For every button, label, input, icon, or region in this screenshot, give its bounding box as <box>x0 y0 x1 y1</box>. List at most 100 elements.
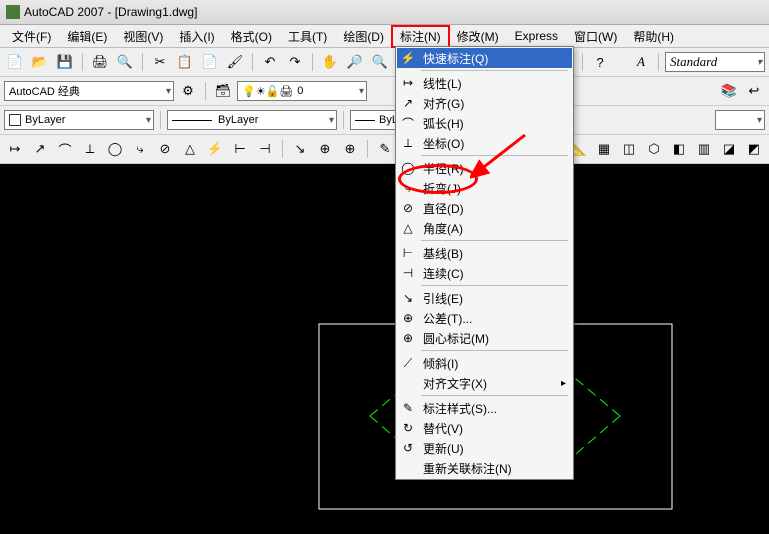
save-icon[interactable]: 💾 <box>54 51 76 73</box>
copy-icon[interactable]: 📋 <box>174 51 196 73</box>
menuitem-基线(B)[interactable]: ⊢基线(B) <box>397 243 572 263</box>
misc1-icon[interactable]: ◪ <box>718 138 740 160</box>
plot-preview-icon[interactable]: 🔍 <box>114 51 136 73</box>
menuitem-折弯(J)[interactable]: ⤷折弯(J) <box>397 178 572 198</box>
menuitem-倾斜(I)[interactable]: ⟋倾斜(I) <box>397 353 572 373</box>
dim-arc-icon[interactable]: ⌒ <box>54 138 76 160</box>
dim-baseline-icon[interactable]: ⊢ <box>229 138 251 160</box>
dim-quick-icon[interactable]: ⚡ <box>204 138 226 160</box>
menuitem-角度(A)[interactable]: △角度(A) <box>397 218 572 238</box>
paste-icon[interactable]: 📄 <box>199 51 221 73</box>
workspace-dropdown[interactable]: AutoCAD 经典 <box>4 81 174 101</box>
menuitem-icon: ↺ <box>399 440 417 456</box>
menuitem-label: 线性(L) <box>423 75 462 92</box>
menuitem-label: 弧长(H) <box>423 115 464 132</box>
dim-edit-icon[interactable]: ✎ <box>374 138 396 160</box>
menuitem-icon: ⟂ <box>399 135 417 151</box>
menuitem-label: 角度(A) <box>423 220 463 237</box>
menu-帮助(H)[interactable]: 帮助(H) <box>625 26 682 47</box>
menuitem-对齐文字(X)[interactable]: 对齐文字(X)▸ <box>397 373 572 393</box>
menuitem-icon: ✎ <box>399 400 417 416</box>
linetype-dropdown[interactable]: ByLayer <box>167 110 337 130</box>
layer-prop-icon[interactable]: 🗃 <box>212 80 234 102</box>
layer-prev-icon[interactable]: ↩ <box>743 80 765 102</box>
print-icon[interactable]: 🖨 <box>89 51 111 73</box>
menu-文件(F)[interactable]: 文件(F) <box>4 26 59 47</box>
text-style-a-icon[interactable]: A <box>630 51 652 73</box>
menuitem-引线(E)[interactable]: ↘引线(E) <box>397 288 572 308</box>
dimension-menu: ⚡快速标注(Q) ↦线性(L)↗对齐(G)⌒弧长(H)⟂坐标(O) ◯半径(R)⤷折… <box>395 46 574 480</box>
dim-continue-icon[interactable]: ⊣ <box>254 138 276 160</box>
pan-icon[interactable]: ✋ <box>319 51 341 73</box>
open-icon[interactable]: 📂 <box>29 51 51 73</box>
menu-修改(M)[interactable]: 修改(M) <box>449 26 507 47</box>
menu-格式(O)[interactable]: 格式(O) <box>223 26 280 47</box>
text-style-dropdown[interactable]: Standard <box>665 52 765 72</box>
menuitem-连续(C)[interactable]: ⊣连续(C) <box>397 263 572 283</box>
menuitem-圆心标记(M)[interactable]: ⊕圆心标记(M) <box>397 328 572 348</box>
menuitem-线性(L)[interactable]: ↦线性(L) <box>397 73 572 93</box>
cut-icon[interactable]: ✂ <box>149 51 171 73</box>
plotstyle-dropdown[interactable] <box>715 110 765 130</box>
block-icon[interactable]: ▦ <box>593 138 615 160</box>
undo-icon[interactable]: ↶ <box>259 51 281 73</box>
menuitem-替代(V)[interactable]: ↻替代(V) <box>397 418 572 438</box>
menu-工具(T)[interactable]: 工具(T) <box>280 26 335 47</box>
table-icon[interactable]: ▥ <box>693 138 715 160</box>
ws-settings-icon[interactable]: ⚙ <box>177 80 199 102</box>
toolbar-workspace: AutoCAD 经典 ⚙ 🗃 💡☀🔓🖨 0 📚 ↩ <box>0 77 769 106</box>
insert-icon[interactable]: ◫ <box>618 138 640 160</box>
menu-插入(I)[interactable]: 插入(I) <box>171 26 222 47</box>
drawing-svg <box>0 164 769 534</box>
submenu-arrow-icon: ▸ <box>561 378 566 389</box>
zoom-rt-icon[interactable]: 🔎 <box>344 51 366 73</box>
menuitem-直径(D)[interactable]: ⊘直径(D) <box>397 198 572 218</box>
dim-radius-icon[interactable]: ◯ <box>104 138 126 160</box>
menuitem-label: 半径(R) <box>423 160 464 177</box>
redo-icon[interactable]: ↷ <box>284 51 306 73</box>
menuitem-更新(U)[interactable]: ↺更新(U) <box>397 438 572 458</box>
dim-tolerance-icon[interactable]: ⊕ <box>314 138 336 160</box>
menuitem-公差(T)...[interactable]: ⊕公差(T)... <box>397 308 572 328</box>
menu-绘图(D)[interactable]: 绘图(D) <box>335 26 392 47</box>
menuitem-label: 公差(T)... <box>423 310 472 327</box>
zoom-win-icon[interactable]: 🔍 <box>369 51 391 73</box>
misc2-icon[interactable]: ◩ <box>743 138 765 160</box>
app-icon <box>6 5 20 19</box>
dim-linear-icon[interactable]: ↦ <box>4 138 26 160</box>
dim-angular-icon[interactable]: △ <box>179 138 201 160</box>
menu-标注(N)[interactable]: 标注(N) <box>392 26 449 47</box>
standard-label: Standard <box>670 54 717 70</box>
menuitem-标注样式(S)...[interactable]: ✎标注样式(S)... <box>397 398 572 418</box>
menuitem-icon: ↘ <box>399 290 417 306</box>
color-dropdown[interactable]: ByLayer <box>4 110 154 130</box>
dim-jogged-icon[interactable]: ⤷ <box>129 138 151 160</box>
menuitem-对齐(G)[interactable]: ↗对齐(G) <box>397 93 572 113</box>
dim-center-icon[interactable]: ⊕ <box>339 138 361 160</box>
dim-diameter-icon[interactable]: ⊘ <box>154 138 176 160</box>
dim-leader-icon[interactable]: ↘ <box>289 138 311 160</box>
menuitem-快速标注(Q)[interactable]: ⚡快速标注(Q) <box>397 48 572 68</box>
match-icon[interactable]: 🖌 <box>224 51 246 73</box>
layers-icon[interactable]: 📚 <box>718 80 740 102</box>
xref-icon[interactable]: ⬡ <box>643 138 665 160</box>
menu-视图(V)[interactable]: 视图(V) <box>115 26 171 47</box>
menuitem-半径(R)[interactable]: ◯半径(R) <box>397 158 572 178</box>
menuitem-label: 对齐(G) <box>423 95 464 112</box>
new-icon[interactable]: 📄 <box>4 51 26 73</box>
help-icon[interactable]: ? <box>589 51 611 73</box>
menuitem-重新关联标注(N)[interactable]: 重新关联标注(N) <box>397 458 572 478</box>
menuitem-坐标(O)[interactable]: ⟂坐标(O) <box>397 133 572 153</box>
menuitem-icon: ↻ <box>399 420 417 436</box>
dim-ordinate-icon[interactable]: ⟂ <box>79 138 101 160</box>
menuitem-弧长(H)[interactable]: ⌒弧长(H) <box>397 113 572 133</box>
dim-aligned-icon[interactable]: ↗ <box>29 138 51 160</box>
menu-Express[interactable]: Express <box>507 27 566 45</box>
menuitem-icon: ⊘ <box>399 200 417 216</box>
toolbar-dimension: ↦ ↗ ⌒ ⟂ ◯ ⤷ ⊘ △ ⚡ ⊢ ⊣ ↘ ⊕ ⊕ ✎ A ↻ 📐 ▦ ◫ … <box>0 135 769 164</box>
layer-dropdown[interactable]: 💡☀🔓🖨 0 <box>237 81 367 101</box>
drawing-canvas[interactable] <box>0 164 769 534</box>
menu-编辑(E)[interactable]: 编辑(E) <box>59 26 115 47</box>
menu-窗口(W)[interactable]: 窗口(W) <box>566 26 625 47</box>
region-icon[interactable]: ◧ <box>668 138 690 160</box>
